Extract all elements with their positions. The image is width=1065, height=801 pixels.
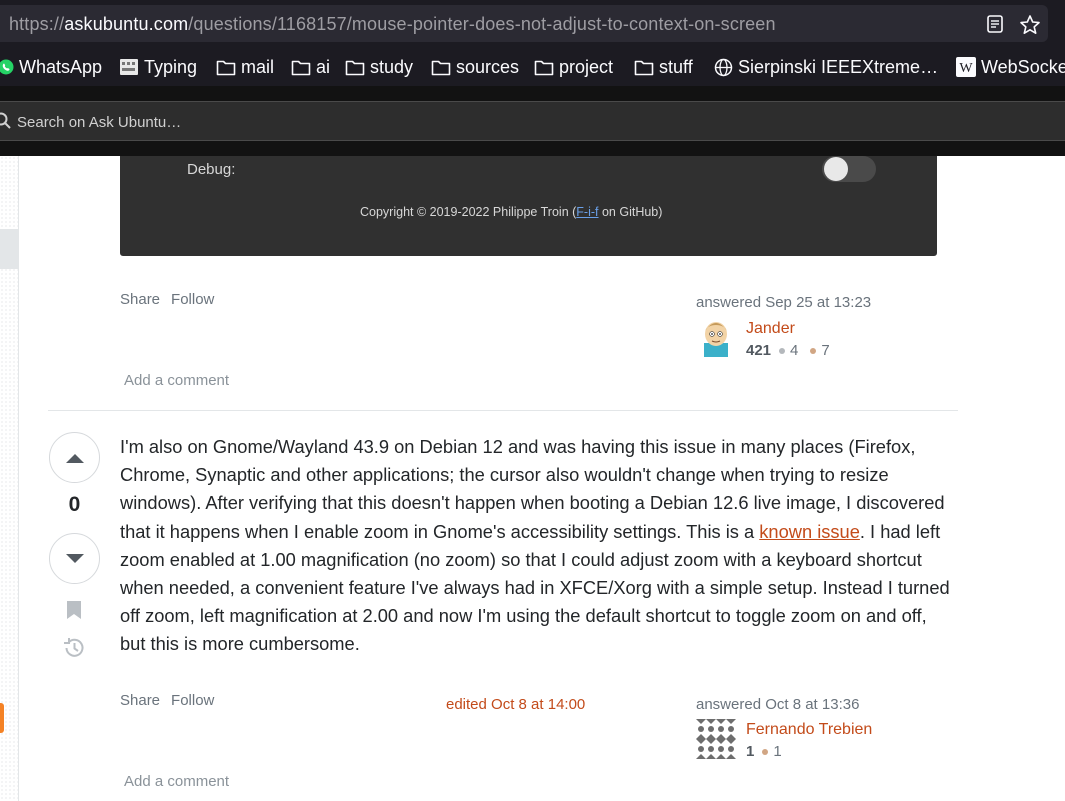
site-header: Search on Ask Ubuntu… [0, 86, 1065, 156]
sidebar-accent [0, 703, 4, 733]
screenshot-debug-label: Debug: [187, 161, 236, 178]
url-path: /questions/1168157/mouse-pointer-does-no… [188, 14, 776, 34]
bookmark-icon[interactable] [65, 600, 83, 620]
follow-link[interactable]: Follow [171, 291, 214, 308]
answer2-answered-time[interactable]: answered Oct 8 at 13:36 [696, 696, 859, 713]
share-link[interactable]: Share [120, 692, 160, 709]
vote-count: 0 [68, 493, 81, 516]
upvote-button[interactable] [49, 432, 100, 483]
typing-icon [120, 59, 138, 75]
answer1-answered-time[interactable]: answered Sep 25 at 13:23 [696, 294, 871, 311]
caret-up-icon [65, 453, 84, 463]
bronze-badge-count: 7 [821, 342, 830, 359]
bookmark-stuff[interactable]: stuff [634, 57, 693, 77]
bookmark-websocket[interactable]: W WebSocke [956, 57, 1065, 77]
silver-badge-count: 4 [790, 342, 799, 359]
bookmark-sources[interactable]: sources [431, 57, 519, 77]
bookmark-label: Typing [144, 56, 198, 77]
answer2-user-reputation: 1 1 [746, 743, 782, 760]
url-bar[interactable]: https://askubuntu.com/questions/1168157/… [0, 5, 1048, 42]
bookmark-label: sources [456, 56, 520, 77]
whatsapp-icon [0, 59, 14, 75]
bronze-badge-count: 1 [773, 743, 782, 760]
history-icon[interactable] [62, 637, 86, 659]
folder-icon [345, 60, 365, 75]
known-issue-link[interactable]: known issue [759, 521, 860, 542]
copyright-prefix: Copyright © 2019-2022 Philippe Troin ( [360, 205, 577, 219]
bookmark-sierpinski[interactable]: Sierpinski IEEEXtreme… [714, 57, 938, 77]
user-avatar[interactable] [696, 719, 736, 759]
site-search[interactable]: Search on Ask Ubuntu… [0, 101, 1065, 141]
bookmark-whatsapp[interactable]: WhatsApp [0, 57, 102, 77]
share-link[interactable]: Share [120, 291, 160, 308]
bookmark-star-icon[interactable] [1019, 14, 1040, 34]
add-comment-link[interactable]: Add a comment [124, 773, 229, 790]
copyright-link: F-i-f [576, 205, 599, 219]
browser-toolbar: https://askubuntu.com/questions/1168157/… [0, 0, 1065, 46]
bookmark-study[interactable]: study [345, 57, 413, 77]
bookmark-label: Sierpinski IEEEXtreme… [738, 56, 939, 77]
caret-down-icon [65, 553, 84, 563]
reader-view-icon[interactable] [985, 14, 1005, 34]
reputation-score: 421 [746, 342, 772, 359]
folder-icon [431, 60, 451, 75]
svg-text:W: W [959, 61, 973, 76]
url-text[interactable]: https://askubuntu.com/questions/1168157/… [9, 14, 776, 35]
bookmark-label: project [559, 56, 614, 77]
search-input[interactable]: Search on Ask Ubuntu… [17, 114, 181, 131]
copyright-suffix: on GitHub) [598, 205, 663, 219]
search-icon [0, 112, 11, 129]
bookmark-label: mail [241, 56, 275, 77]
bronze-badge-icon [762, 748, 769, 755]
answer-divider [48, 410, 958, 411]
folder-icon [291, 60, 311, 75]
url-scheme: https:// [9, 14, 65, 34]
silver-badge-icon [779, 347, 786, 354]
follow-link[interactable]: Follow [171, 692, 214, 709]
screenshot-debug-toggle [822, 156, 876, 182]
bookmark-ai[interactable]: ai [291, 57, 330, 77]
downvote-button[interactable] [49, 533, 100, 584]
answer1-post-menu: Share Follow [120, 291, 214, 308]
bookmark-label: study [370, 56, 414, 77]
bookmark-label: stuff [659, 56, 693, 77]
bookmark-label: WebSocke [981, 56, 1065, 77]
reputation-score: 1 [746, 743, 755, 760]
add-comment-link[interactable]: Add a comment [124, 372, 229, 389]
answer2-body: I'm also on Gnome/Wayland 43.9 on Debian… [120, 433, 950, 659]
screenshot-copyright: Copyright © 2019-2022 Philippe Troin (F-… [360, 205, 662, 219]
answer2-post-menu: Share Follow [120, 692, 214, 709]
bronze-badge-icon [810, 347, 817, 354]
answer2-user-name[interactable]: Fernando Trebien [746, 721, 872, 739]
user-avatar[interactable] [696, 317, 736, 357]
folder-icon [634, 60, 654, 75]
bookmark-label: WhatsApp [19, 56, 103, 77]
edited-time-link[interactable]: edited Oct 8 at 14:00 [446, 696, 585, 713]
sidebar-active-item[interactable] [0, 229, 18, 269]
folder-icon [534, 60, 554, 75]
bookmark-mail[interactable]: mail [216, 57, 274, 77]
answer-screenshot: Debug: Copyright © 2019-2022 Philippe Tr… [120, 156, 937, 256]
bookmarks-bar: WhatsApp Typing mail ai study sources pr… [0, 46, 1065, 86]
answer1-user-reputation: 421 4 7 [746, 342, 830, 359]
globe-icon [714, 58, 733, 76]
answer1-user-name[interactable]: Jander [746, 320, 795, 338]
url-host: askubuntu.com [64, 14, 189, 34]
bookmark-label: ai [316, 56, 331, 77]
bookmark-project[interactable]: project [534, 57, 613, 77]
bookmark-typing[interactable]: Typing [119, 57, 197, 77]
wikipedia-icon: W [956, 57, 976, 77]
folder-icon [216, 60, 236, 75]
